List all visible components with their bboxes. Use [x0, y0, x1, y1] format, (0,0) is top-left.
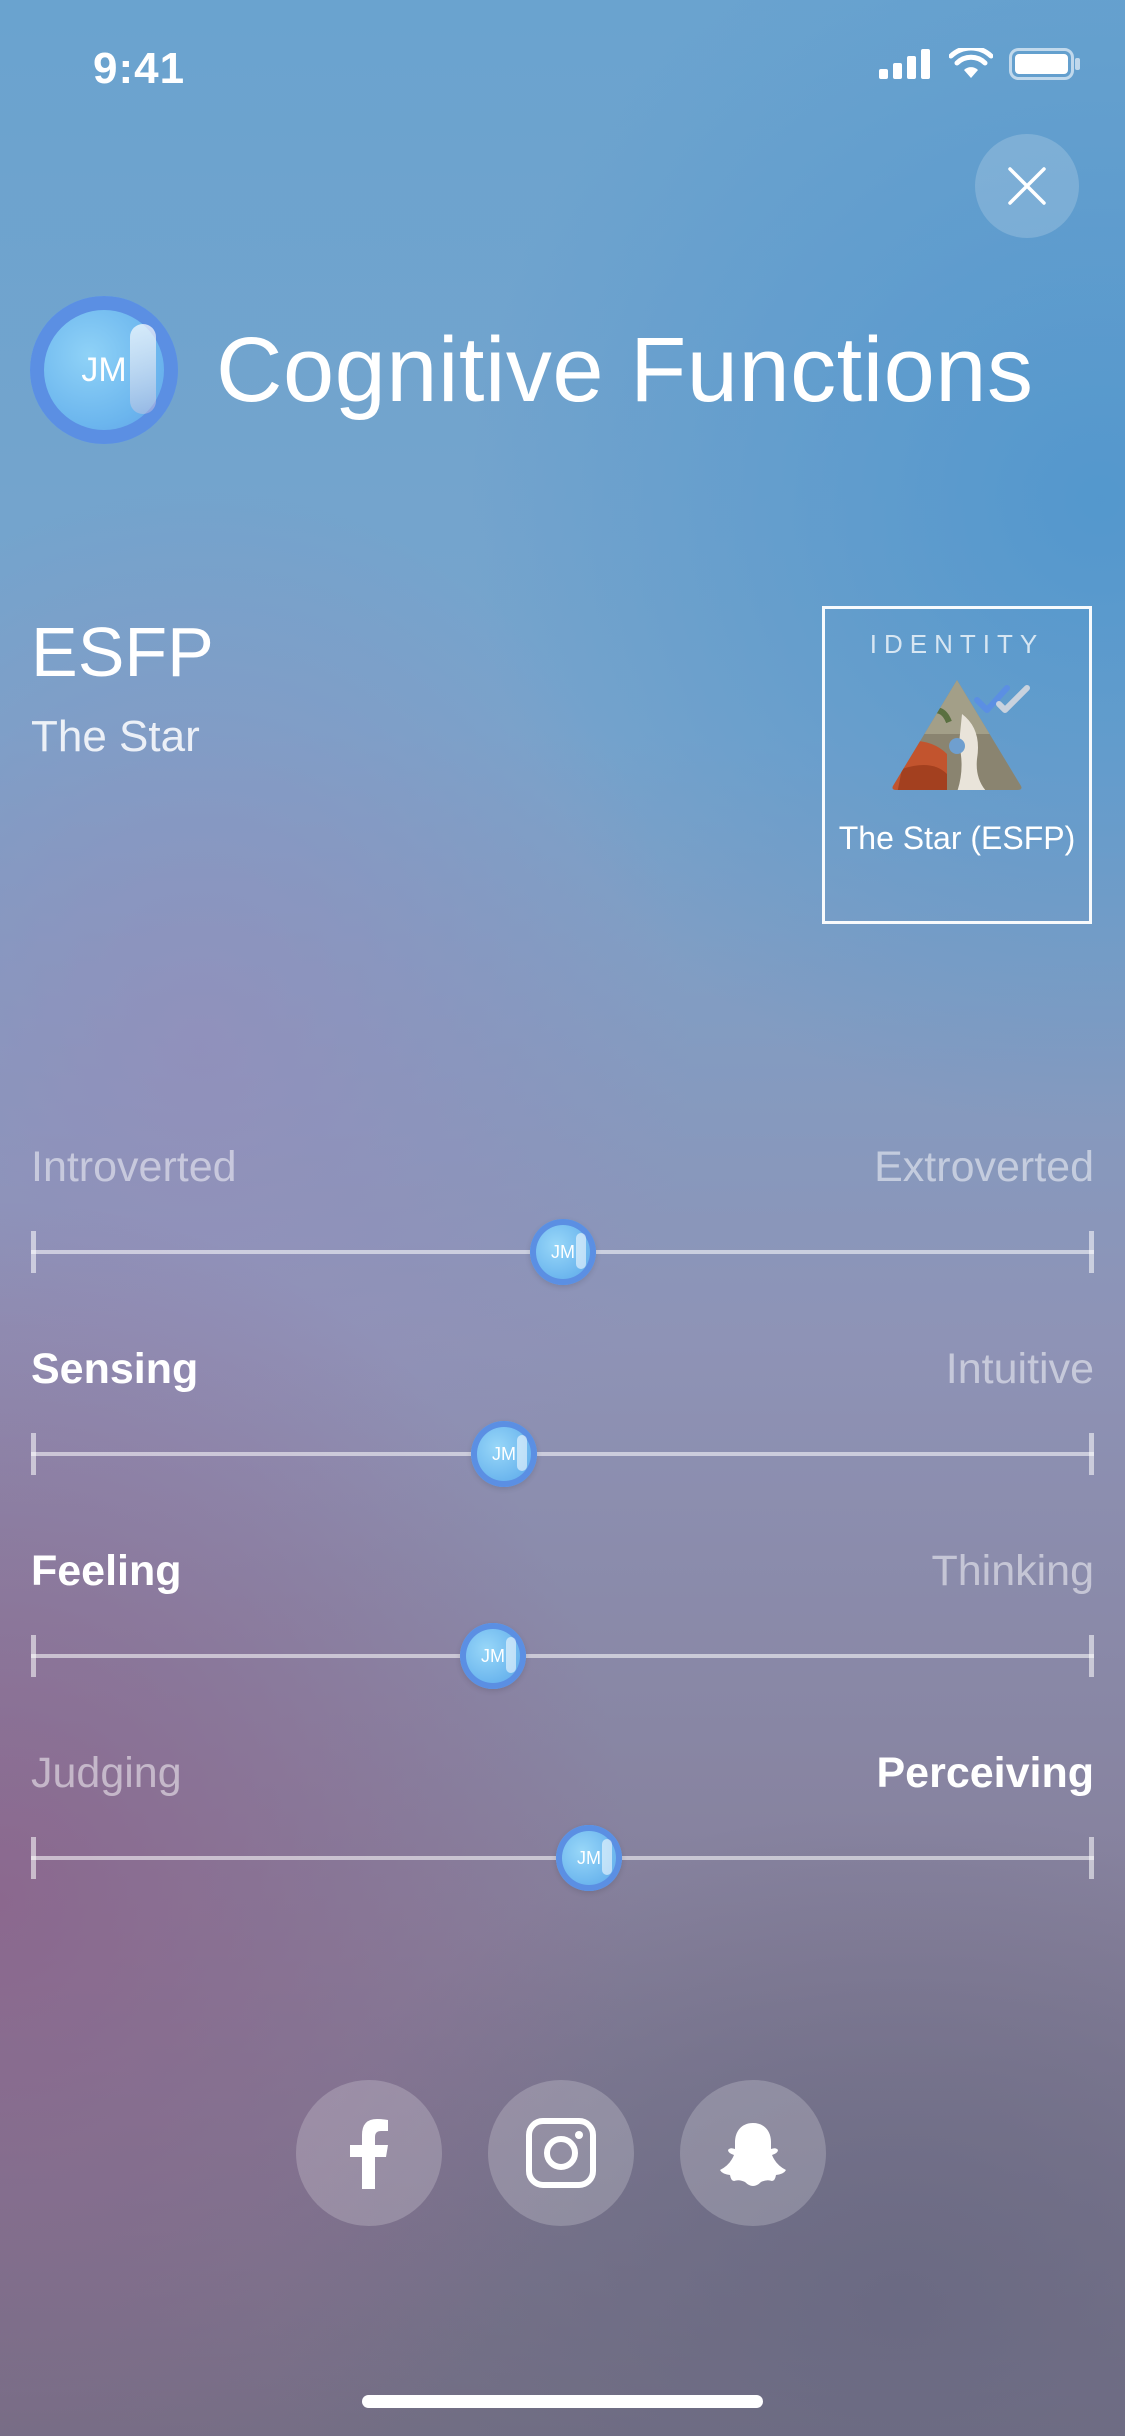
slider-thumb-initials: JM [492, 1443, 516, 1464]
slider-right-label: Intuitive [945, 1345, 1094, 1393]
identity-art [887, 674, 1030, 794]
slider-thumb-shine [517, 1435, 527, 1471]
avatar[interactable]: JM [30, 296, 178, 444]
status-time: 9:41 [93, 44, 186, 93]
slider-left-tick [31, 1837, 36, 1879]
home-indicator [362, 2395, 763, 2408]
personality-type-name: The Star [31, 712, 200, 761]
identity-card[interactable]: IDENTITY The Star (ESFP) [822, 606, 1092, 924]
slider-thumb[interactable]: JM [530, 1219, 596, 1285]
slider-right-tick [1089, 1635, 1094, 1677]
facebook-button[interactable] [296, 2080, 442, 2226]
page-title: Cognitive Functions [216, 318, 1034, 421]
avatar-initials: JM [81, 350, 127, 389]
close-icon [1008, 167, 1046, 205]
social-share-bar [296, 2080, 826, 2226]
preference-slider[interactable]: Introverted Extroverted JM [31, 1143, 1094, 1293]
slider-thumb-shine [576, 1233, 586, 1269]
snapchat-icon [720, 2123, 786, 2186]
slider-thumb-initials: JM [481, 1645, 505, 1666]
preference-slider[interactable]: Sensing Intuitive JM [31, 1345, 1094, 1495]
close-button[interactable] [975, 134, 1079, 238]
slider-thumb-initials: JM [551, 1241, 575, 1262]
slider-left-tick [31, 1433, 36, 1475]
slider-left-label: Judging [31, 1749, 182, 1797]
identity-caption: The Star (ESFP) [838, 820, 1076, 856]
identity-label: IDENTITY [869, 629, 1045, 659]
slider-right-tick [1089, 1433, 1094, 1475]
slider-thumb-initials: JM [577, 1847, 601, 1868]
instagram-button[interactable] [488, 2080, 634, 2226]
slider-right-label: Perceiving [876, 1749, 1095, 1797]
slider-left-label: Sensing [31, 1345, 199, 1393]
instagram-icon [526, 2118, 596, 2188]
snapchat-button[interactable] [680, 2080, 826, 2226]
cellular-signal-icon [879, 49, 930, 79]
slider-thumb[interactable]: JM [556, 1825, 622, 1891]
status-bar: 9:41 [0, 0, 1125, 140]
slider-thumb-shine [602, 1839, 612, 1875]
slider-right-label: Thinking [931, 1547, 1094, 1595]
slider-right-label: Extroverted [874, 1143, 1094, 1191]
slider-left-label: Introverted [31, 1143, 237, 1191]
slider-thumb[interactable]: JM [471, 1421, 537, 1487]
slider-thumb[interactable]: JM [460, 1623, 526, 1689]
avatar-shine [130, 324, 156, 414]
slider-right-tick [1089, 1837, 1094, 1879]
wifi-icon [949, 48, 993, 78]
header: JM Cognitive Functions [30, 295, 1033, 445]
battery-icon [1009, 48, 1080, 80]
preference-slider[interactable]: Judging Perceiving JM [31, 1749, 1094, 1899]
preference-slider[interactable]: Feeling Thinking JM [31, 1547, 1094, 1697]
slider-left-tick [31, 1231, 36, 1273]
slider-right-tick [1089, 1231, 1094, 1273]
facebook-icon [350, 2119, 388, 2189]
slider-left-label: Feeling [31, 1547, 182, 1595]
personality-type-code: ESFP [31, 613, 214, 691]
slider-track[interactable] [31, 1452, 1094, 1456]
slider-track[interactable] [31, 1654, 1094, 1658]
double-check-icon [974, 685, 1030, 713]
slider-thumb-shine [506, 1637, 516, 1673]
status-icons [879, 48, 1081, 80]
slider-left-tick [31, 1635, 36, 1677]
